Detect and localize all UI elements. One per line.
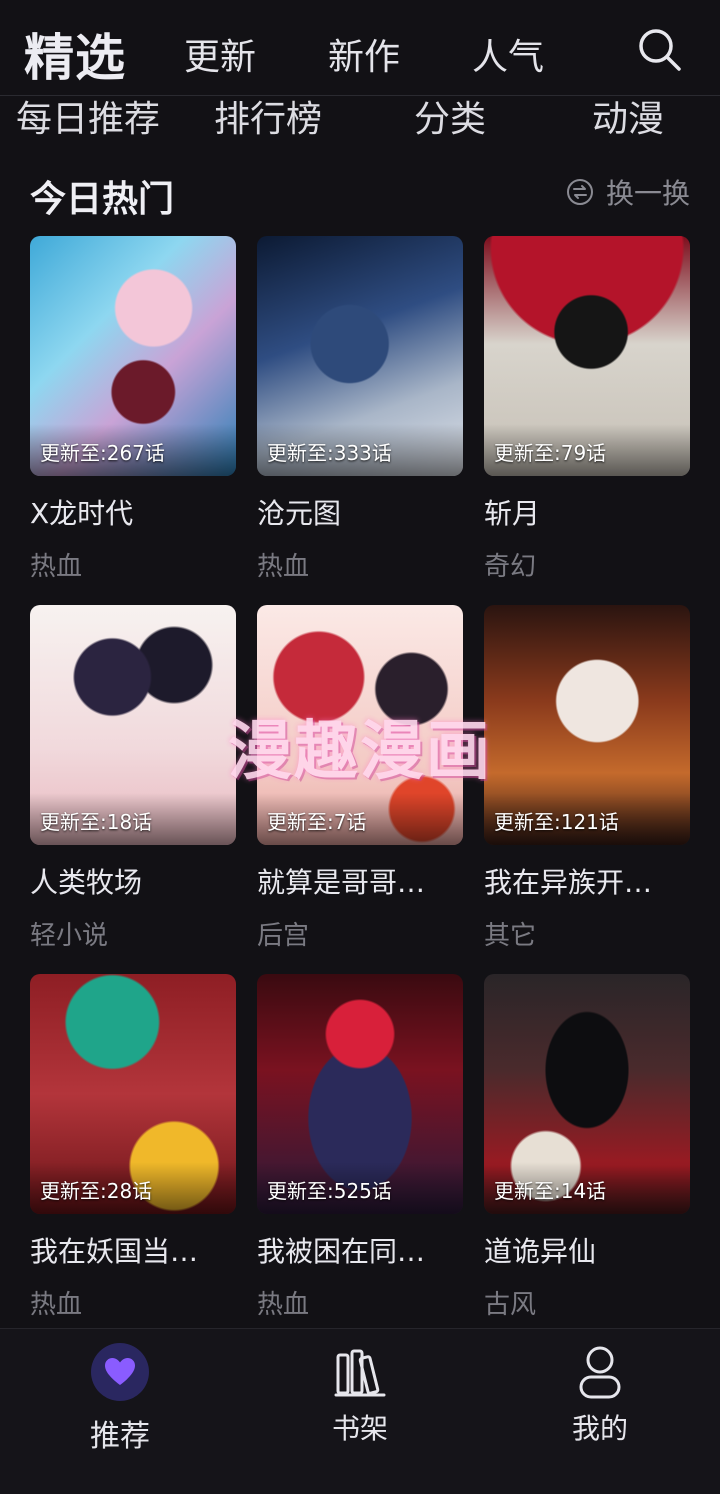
comic-card[interactable]: 更新至:267话 X龙时代 热血 <box>30 236 236 583</box>
refresh-icon <box>567 179 593 205</box>
comic-title[interactable]: 沧元图 <box>257 492 463 532</box>
update-badge: 更新至:28话 <box>30 1162 236 1214</box>
tab-updates[interactable]: 更新 <box>184 28 256 80</box>
update-badge: 更新至:333话 <box>257 424 463 476</box>
section-title: 今日热门 <box>30 179 175 220</box>
nav-profile-label: 我的 <box>571 1412 628 1445</box>
comic-title[interactable]: 人类牧场 <box>30 861 236 901</box>
comic-title[interactable]: 我被困在同… <box>257 1230 463 1270</box>
nav-bookshelf-label: 书架 <box>331 1412 388 1445</box>
comic-title[interactable]: 我在妖国当… <box>30 1230 236 1270</box>
update-badge: 更新至:525话 <box>257 1162 463 1214</box>
profile-icon <box>577 1345 623 1401</box>
comic-title[interactable]: 我在异族开… <box>484 861 690 901</box>
comic-card[interactable]: 更新至:79话 斩月 奇幻 <box>484 236 690 583</box>
comic-genre: 轻小说 <box>30 921 109 951</box>
update-badge: 更新至:121话 <box>484 793 690 845</box>
update-badge: 更新至:14话 <box>484 1162 690 1214</box>
heart-icon <box>91 1343 149 1401</box>
comic-genre: 热血 <box>30 1290 83 1320</box>
subtab-ranking[interactable]: 排行榜 <box>214 90 322 142</box>
update-badge: 更新至:18话 <box>30 793 236 845</box>
comic-title[interactable]: 道诡异仙 <box>484 1230 690 1270</box>
comic-card[interactable]: 更新至:121话 我在异族开… 其它 <box>484 605 690 952</box>
comic-cover[interactable]: 更新至:18话 <box>30 605 236 845</box>
update-badge: 更新至:267话 <box>30 424 236 476</box>
comic-card[interactable]: 更新至:14话 道诡异仙 古风 <box>484 974 690 1321</box>
bottom-nav: 推荐 书架 我的 <box>0 1328 720 1494</box>
tab-featured[interactable]: 精选 <box>24 18 126 90</box>
refresh-label: 换一换 <box>606 177 691 210</box>
comic-title[interactable]: 就算是哥哥… <box>257 861 463 901</box>
comic-card[interactable]: 更新至:18话 人类牧场 轻小说 <box>30 605 236 952</box>
search-button[interactable] <box>634 24 684 74</box>
bookshelf-icon <box>334 1347 386 1399</box>
comic-cover[interactable]: 更新至:28话 <box>30 974 236 1214</box>
nav-bookshelf[interactable]: 书架 <box>280 1329 440 1459</box>
tab-new[interactable]: 新作 <box>328 28 400 80</box>
nav-recommend-label: 推荐 <box>90 1419 150 1454</box>
comic-card[interactable]: 更新至:28话 我在妖国当… 热血 <box>30 974 236 1321</box>
nav-profile[interactable]: 我的 <box>520 1329 680 1459</box>
comic-genre: 其它 <box>484 921 537 951</box>
comic-title[interactable]: 斩月 <box>484 492 690 532</box>
refresh-button[interactable]: 换一换 <box>566 172 690 212</box>
search-icon <box>639 29 681 71</box>
subtab-bar: 每日推荐 排行榜 分类 动漫 <box>0 86 720 146</box>
subtab-category[interactable]: 分类 <box>414 90 486 142</box>
subtab-anime[interactable]: 动漫 <box>592 90 664 142</box>
comic-card[interactable]: 更新至:525话 我被困在同… 热血 <box>257 974 463 1321</box>
top-header: 精选 更新 新作 人气 <box>0 0 720 96</box>
update-badge: 更新至:79话 <box>484 424 690 476</box>
comic-cover[interactable]: 更新至:14话 <box>484 974 690 1214</box>
comic-genre: 热血 <box>257 1290 310 1320</box>
comic-cover[interactable]: 更新至:267话 <box>30 236 236 476</box>
watermark-text: 漫趣漫画 <box>228 715 492 789</box>
comic-card[interactable]: 更新至:333话 沧元图 热血 <box>257 236 463 583</box>
comic-cover[interactable]: 更新至:79话 <box>484 236 690 476</box>
comic-genre: 古风 <box>484 1290 537 1320</box>
comic-cover[interactable]: 更新至:525话 <box>257 974 463 1214</box>
comic-genre: 热血 <box>257 552 310 582</box>
comic-title[interactable]: X龙时代 <box>30 492 236 532</box>
comic-genre: 后宫 <box>257 921 310 951</box>
tab-popular[interactable]: 人气 <box>472 28 544 80</box>
comic-genre: 奇幻 <box>484 552 537 582</box>
nav-recommend[interactable]: 推荐 <box>40 1329 200 1459</box>
comic-cover[interactable]: 更新至:333话 <box>257 236 463 476</box>
comic-cover[interactable]: 更新至:121话 <box>484 605 690 845</box>
comic-genre: 热血 <box>30 552 83 582</box>
subtab-daily[interactable]: 每日推荐 <box>16 90 160 142</box>
update-badge: 更新至:7话 <box>257 793 463 845</box>
